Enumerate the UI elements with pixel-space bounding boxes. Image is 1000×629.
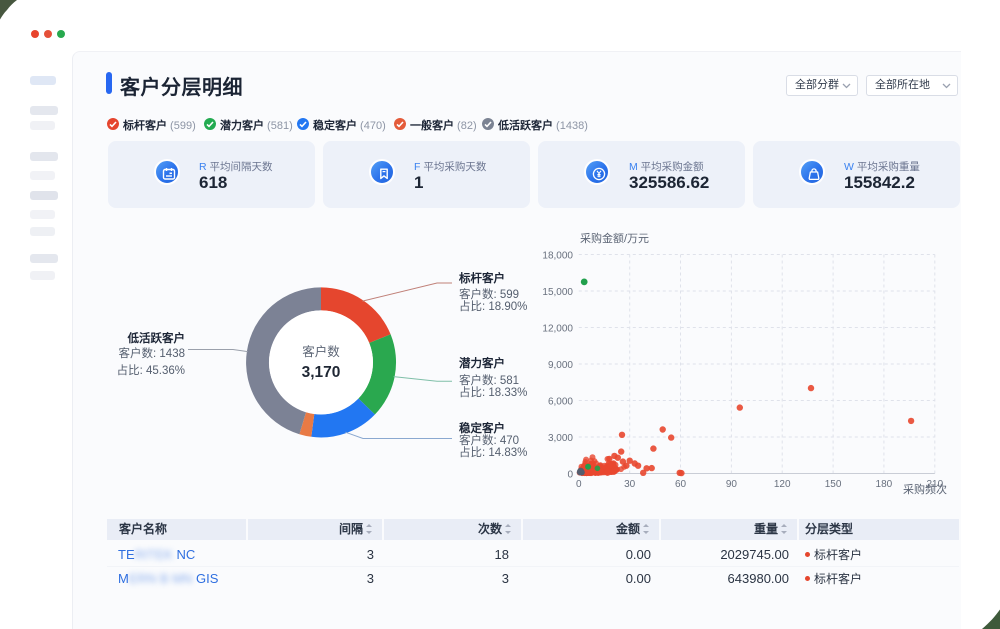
svg-text:占比: 14.83%: 占比: 14.83% [459,445,527,459]
svg-text:采购金额/万元: 采购金额/万元 [580,231,649,245]
svg-text:12,000: 12,000 [542,324,573,335]
svg-text:稳定客户: 稳定客户 [459,421,505,435]
svg-text:150: 150 [825,479,842,490]
svg-text:客户数: 1438: 客户数: 1438 [119,346,185,360]
svg-text:客户数: 470: 客户数: 470 [459,433,519,447]
svg-text:客户数: 599: 客户数: 599 [459,287,519,301]
svg-text:占比: 45.36%: 占比: 45.36% [117,363,185,377]
svg-text:低活跃客户: 低活跃客户 [127,331,186,345]
svg-text:客户数: 581: 客户数: 581 [459,373,519,387]
svg-text:3,170: 3,170 [302,364,341,381]
svg-text:标杆客户: 标杆客户 [458,271,505,285]
svg-text:3,000: 3,000 [548,433,573,444]
svg-text:18,000: 18,000 [542,251,573,262]
svg-text:潜力客户: 潜力客户 [459,356,505,370]
svg-text:180: 180 [876,479,893,490]
svg-text:采购频次: 采购频次 [903,482,947,496]
svg-text:60: 60 [675,479,687,490]
svg-text:15,000: 15,000 [542,287,573,298]
svg-text:90: 90 [726,479,738,490]
svg-text:客户数: 客户数 [302,344,340,359]
svg-text:0: 0 [567,470,573,481]
svg-text:占比: 18.33%: 占比: 18.33% [459,385,527,399]
svg-text:0: 0 [576,479,582,490]
svg-text:9,000: 9,000 [548,360,573,371]
svg-text:120: 120 [774,479,791,490]
svg-text:30: 30 [624,479,636,490]
svg-text:6,000: 6,000 [548,397,573,408]
svg-text:占比: 18.90%: 占比: 18.90% [459,299,527,313]
